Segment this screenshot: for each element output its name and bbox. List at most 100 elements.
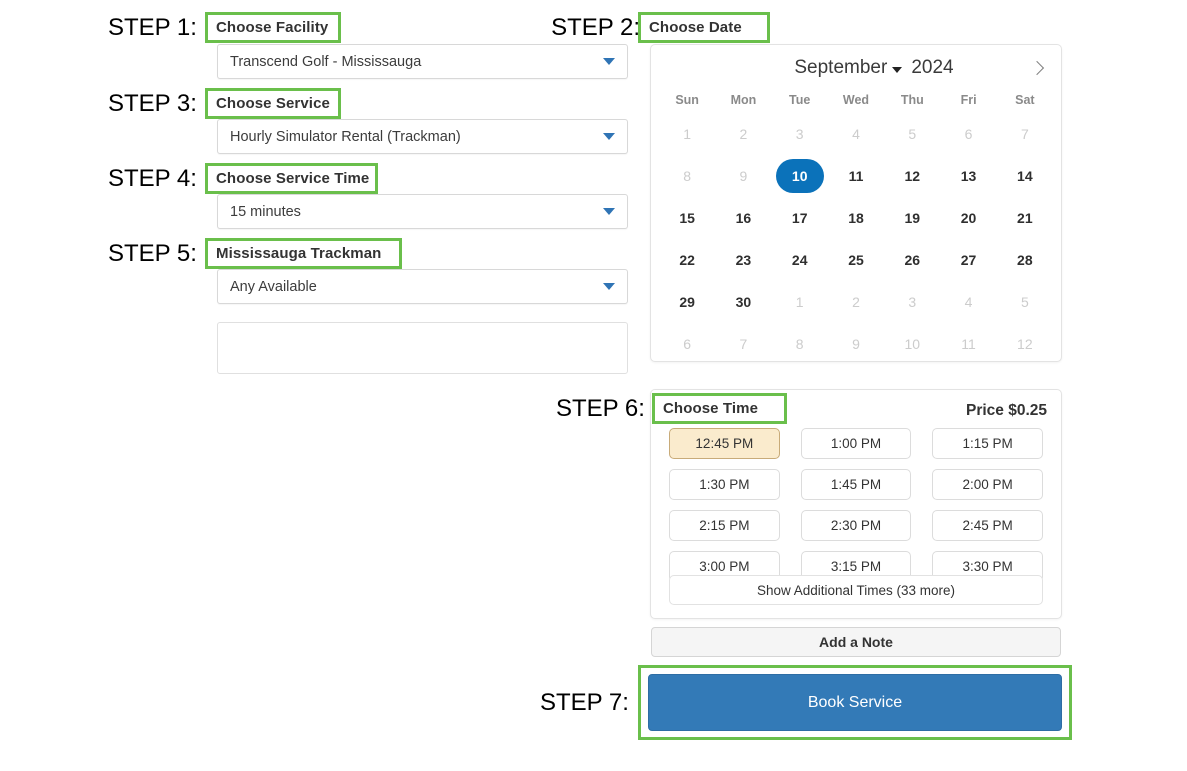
calendar-day-19[interactable]: 19 — [888, 201, 936, 235]
calendar-day-26[interactable]: 26 — [888, 243, 936, 277]
calendar-day-3: 3 — [795, 126, 804, 142]
calendar-day-cell: 3 — [884, 281, 940, 323]
calendar-day-6: 6 — [964, 126, 973, 142]
resource-select[interactable]: Any Available — [217, 269, 628, 304]
calendar-day-2: 2 — [739, 126, 748, 142]
calendar-day-5: 5 — [908, 126, 917, 142]
time-slot-2-00-pm[interactable]: 2:00 PM — [932, 469, 1043, 500]
service-select[interactable]: Hourly Simulator Rental (Trackman) — [217, 119, 628, 154]
calendar-day-cell: 7 — [715, 323, 771, 365]
next-month-button[interactable] — [1025, 55, 1051, 81]
choose-time-highlight: Choose Time — [652, 393, 787, 424]
time-slot-1-45-pm[interactable]: 1:45 PM — [800, 469, 912, 500]
calendar-weekday-thu: Thu — [900, 93, 924, 107]
calendar-day-cell: 21 — [997, 197, 1053, 239]
book-service-highlight — [638, 665, 1072, 740]
calendar-day-cell: 4 — [828, 113, 884, 155]
calendar-day-10-selected[interactable]: 10 — [775, 159, 824, 193]
chevron-down-icon[interactable] — [892, 67, 903, 73]
calendar-day-7: 7 — [1020, 126, 1029, 142]
calendar-weekday-wed: Wed — [842, 93, 870, 107]
calendar-day-cell: 12 — [997, 323, 1053, 365]
resource-select-value: Any Available — [230, 278, 317, 295]
step-5-label: STEP 5: — [108, 240, 197, 267]
time-slot-1-30-pm[interactable]: 1:30 PM — [669, 469, 780, 500]
service-time-select[interactable]: 15 minutes — [217, 194, 628, 229]
show-additional-times-button[interactable]: Show Additional Times (33 more) — [669, 575, 1043, 605]
choose-facility-highlight: Choose Facility — [205, 12, 341, 43]
time-slot-2-30-pm[interactable]: 2:30 PM — [800, 510, 912, 541]
calendar-day-3: 3 — [908, 294, 917, 310]
calendar-day-cell: 5 — [884, 113, 940, 155]
calendar-weekday-mon: Mon — [730, 93, 757, 107]
step-2-label: STEP 2: — [551, 14, 640, 41]
choose-facility-label: Choose Facility — [216, 19, 329, 36]
time-slot-1-00-pm[interactable]: 1:00 PM — [800, 428, 912, 459]
add-note-button[interactable]: Add a Note — [651, 627, 1061, 657]
time-slot-2-45-pm[interactable]: 2:45 PM — [932, 510, 1043, 541]
calendar-year-label: 2024 — [911, 57, 954, 78]
calendar-day-cell: 1 — [659, 113, 715, 155]
calendar-day-20[interactable]: 20 — [945, 201, 993, 235]
calendar-day-cell: 5 — [997, 281, 1053, 323]
calendar-day-29[interactable]: 29 — [663, 285, 711, 319]
calendar-day-cell: 30 — [715, 281, 771, 323]
calendar-day-15[interactable]: 15 — [663, 201, 711, 235]
step-3-label: STEP 3: — [108, 90, 197, 117]
calendar-day-cell: 27 — [940, 239, 996, 281]
calendar-day-cell: 11 — [940, 323, 996, 365]
calendar-day-cell: 10 — [884, 323, 940, 365]
calendar-day-22[interactable]: 22 — [663, 243, 711, 277]
calendar-day-12[interactable]: 12 — [888, 159, 936, 193]
resource-highlight: Mississauga Trackman — [205, 238, 402, 269]
choose-date-highlight: Choose Date — [638, 12, 770, 43]
calendar-day-16[interactable]: 16 — [719, 201, 767, 235]
calendar-weekday-sat: Sat — [1015, 93, 1035, 107]
calendar-day-cell: 18 — [828, 197, 884, 239]
calendar-weekday-fri: Fri — [960, 93, 977, 107]
facility-select[interactable]: Transcend Golf - Mississauga — [217, 44, 628, 79]
chevron-down-icon — [603, 58, 615, 65]
chevron-down-icon — [603, 208, 615, 215]
calendar-day-9: 9 — [852, 336, 860, 352]
calendar-day-cell: 28 — [997, 239, 1053, 281]
choose-service-highlight: Choose Service — [205, 88, 341, 119]
calendar-day-30[interactable]: 30 — [719, 285, 767, 319]
calendar-card: September 2024 Sun Mon Tue Wed Thu Fri Sat 1 2 3 4… — [650, 44, 1062, 362]
calendar-day-17[interactable]: 17 — [776, 201, 824, 235]
calendar-day-18[interactable]: 18 — [832, 201, 880, 235]
calendar-day-1: 1 — [683, 126, 692, 142]
calendar-day-13[interactable]: 13 — [945, 159, 993, 193]
calendar-day-cell: 17 — [772, 197, 828, 239]
calendar-day-24[interactable]: 24 — [776, 243, 824, 277]
calendar-day-27[interactable]: 27 — [945, 243, 993, 277]
time-slot-12-45-pm-selected[interactable]: 12:45 PM — [669, 428, 780, 459]
calendar-weekday-sun: Sun — [675, 93, 699, 107]
calendar-day-4: 4 — [852, 126, 860, 142]
calendar-day-14[interactable]: 14 — [1001, 159, 1049, 193]
calendar-day-cell: 6 — [940, 113, 996, 155]
calendar-day-11[interactable]: 11 — [832, 159, 880, 193]
calendar-month-label[interactable]: September — [794, 57, 887, 79]
step-6-label: STEP 6: — [556, 395, 645, 422]
calendar-day-23[interactable]: 23 — [719, 243, 767, 277]
calendar-day-cell: 1 — [772, 281, 828, 323]
calendar-day-25[interactable]: 25 — [832, 243, 880, 277]
service-time-select-value: 15 minutes — [230, 203, 301, 220]
calendar-day-cell: 11 — [828, 155, 884, 197]
calendar-day-cell: 15 — [659, 197, 715, 239]
calendar-day-cell: 4 — [940, 281, 996, 323]
calendar-day-cell: 19 — [884, 197, 940, 239]
choose-service-label: Choose Service — [216, 95, 330, 112]
calendar-day-21[interactable]: 21 — [1001, 201, 1049, 235]
calendar-day-cell: 13 — [940, 155, 996, 197]
time-slot-2-15-pm[interactable]: 2:15 PM — [669, 510, 780, 541]
step-1-label: STEP 1: — [108, 14, 197, 41]
calendar-day-28[interactable]: 28 — [1001, 243, 1049, 277]
time-slot-grid: 12:45 PM 1:00 PM 1:15 PM 1:30 PM 1:45 PM 2:00… — [669, 428, 1043, 582]
time-slot-1-15-pm[interactable]: 1:15 PM — [932, 428, 1043, 459]
calendar-day-cell: 14 — [997, 155, 1053, 197]
chevron-down-icon — [603, 283, 615, 290]
calendar-day-12: 12 — [1017, 336, 1033, 352]
price-text: Price $0.25 — [965, 402, 1047, 419]
